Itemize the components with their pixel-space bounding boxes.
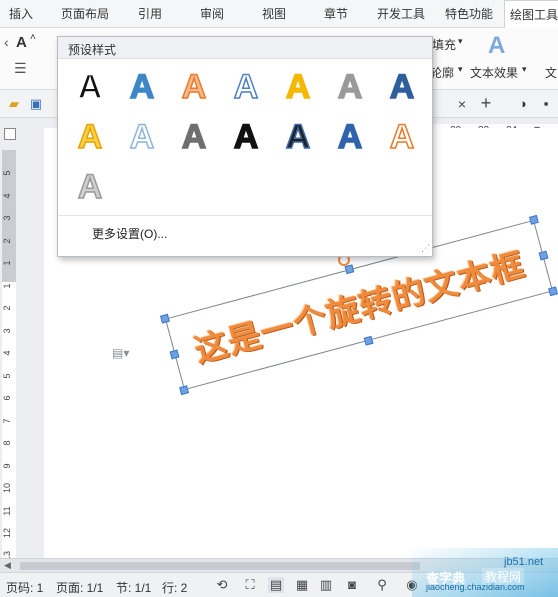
- ruler-number: 3: [2, 215, 12, 221]
- wordart-style-13[interactable]: A: [330, 117, 370, 157]
- read-mode-icon[interactable]: ◙: [344, 577, 360, 593]
- ruler-number: 4: [2, 193, 12, 199]
- wordart-style-2[interactable]: A: [122, 67, 162, 107]
- wordart-style-11[interactable]: A: [226, 117, 266, 157]
- history-icon[interactable]: ⟲: [214, 577, 230, 593]
- wordart-style-12[interactable]: A: [278, 117, 318, 157]
- text-effect-dropdown-icon[interactable]: ▾: [522, 64, 527, 75]
- wordart-style-14[interactable]: A: [382, 117, 422, 157]
- tab-page-layout[interactable]: 页面布局: [52, 0, 118, 28]
- ruler-number: 6: [2, 395, 12, 401]
- ruler-number: 1: [2, 283, 12, 289]
- tab-review[interactable]: 审阅: [190, 0, 234, 28]
- align-list-icon[interactable]: ☰: [14, 60, 27, 77]
- fill-button[interactable]: 填充: [432, 36, 456, 53]
- grow-arrow-icon: ˄: [30, 32, 36, 43]
- tab-chapter[interactable]: 章节: [314, 0, 358, 28]
- close-tab-icon[interactable]: ×: [454, 96, 470, 112]
- ribbon-scroll-left-icon[interactable]: ‹: [4, 34, 9, 50]
- ruler-number: 9: [2, 463, 12, 469]
- panel-resize-grip-icon[interactable]: ⋰: [421, 243, 430, 254]
- status-page: 页面: 1/1: [56, 581, 104, 595]
- font-size-grow-icon[interactable]: A: [16, 34, 27, 51]
- status-page-code: 页码: 1: [6, 581, 44, 595]
- wordart-style-3[interactable]: A: [174, 67, 214, 107]
- open-folder-icon[interactable]: ▰: [6, 96, 22, 112]
- wordart-style-4[interactable]: A: [226, 67, 266, 107]
- preset-styles-panel: 预设样式 AAAAAAAAAAAAAAA 更多设置(O)... ⋰: [57, 36, 433, 257]
- new-tab-icon[interactable]: +: [477, 94, 495, 112]
- panel-divider: [58, 215, 432, 216]
- tab-view[interactable]: 视图: [252, 0, 296, 28]
- settings-icon[interactable]: ▪: [538, 96, 554, 112]
- ruler-number: 11: [2, 505, 12, 516]
- wordart-style-1[interactable]: A: [70, 67, 110, 107]
- location-icon[interactable]: ⚲: [374, 577, 390, 593]
- ruler-number: 7: [2, 418, 12, 424]
- paragraph-layout-icon[interactable]: ▤▾: [112, 346, 129, 360]
- text-effect-button[interactable]: 文本效果: [470, 64, 518, 81]
- text-effect-icon[interactable]: A: [488, 32, 505, 60]
- ribbon-cut-label: 文: [545, 66, 558, 80]
- doc-icon[interactable]: ◗: [516, 96, 532, 112]
- tab-insert[interactable]: 插入: [0, 0, 42, 28]
- panel-header: 预设样式: [58, 37, 432, 59]
- tab-references[interactable]: 引用: [128, 0, 172, 28]
- outline-button[interactable]: 轮廓: [430, 64, 454, 81]
- ruler-number: 5: [2, 170, 12, 176]
- tab-features[interactable]: 特色功能: [438, 0, 500, 28]
- status-bar: 页码: 1 页面: 1/1 节: 1/1 行: 2 ⟲ ⛶ ▤ ▦ ▥ ◙ ⚲ …: [0, 572, 558, 597]
- protect-eye-icon[interactable]: ◉: [404, 577, 420, 593]
- wordart-style-7[interactable]: A: [382, 67, 422, 107]
- wordart-style-10[interactable]: A: [174, 117, 214, 157]
- horizontal-scrollbar[interactable]: ◀: [0, 558, 558, 572]
- status-section: 节: 1/1: [116, 581, 152, 595]
- ruler-number: 1: [2, 260, 12, 266]
- ruler-number: 12: [2, 527, 12, 538]
- scroll-left-icon[interactable]: ◀: [4, 560, 11, 571]
- ruler-number: 2: [2, 305, 12, 311]
- panel-title: 预设样式: [68, 43, 117, 57]
- scrollbar-thumb[interactable]: [20, 562, 420, 570]
- ruler-number: 10: [2, 482, 12, 493]
- ruler-number: 5: [2, 373, 12, 379]
- ruler-number: 2: [2, 238, 12, 244]
- wordart-style-5[interactable]: A: [278, 67, 318, 107]
- web-view-icon[interactable]: ▥: [318, 577, 334, 593]
- ruler-number: 8: [2, 440, 12, 446]
- more-settings-button[interactable]: 更多设置(O)...: [92, 225, 167, 242]
- tab-drawing-tools[interactable]: 绘图工具: [504, 0, 558, 28]
- wordart-style-15[interactable]: A: [70, 167, 110, 207]
- tab-developer[interactable]: 开发工具: [370, 0, 432, 28]
- status-line: 行: 2: [162, 581, 188, 595]
- page-view-icon[interactable]: ▤: [268, 577, 284, 593]
- outline-dropdown-icon[interactable]: ▾: [458, 64, 463, 75]
- ruler-toggle-button[interactable]: [4, 128, 16, 140]
- ribbon-tab-bar: 插入 页面布局 引用 审阅 视图 章节 开发工具 特色功能 绘图工具: [0, 0, 558, 28]
- wordart-style-8[interactable]: A: [70, 117, 110, 157]
- wordart-style-9[interactable]: A: [122, 117, 162, 157]
- wordart-style-6[interactable]: A: [330, 67, 370, 107]
- ruler-number: 4: [2, 350, 12, 356]
- save-icon[interactable]: ▣: [28, 96, 44, 112]
- outline-view-icon[interactable]: ▦: [294, 577, 310, 593]
- fill-dropdown-icon[interactable]: ▾: [458, 36, 463, 47]
- fullscreen-icon[interactable]: ⛶: [242, 577, 258, 593]
- ruler-number: 3: [2, 328, 12, 334]
